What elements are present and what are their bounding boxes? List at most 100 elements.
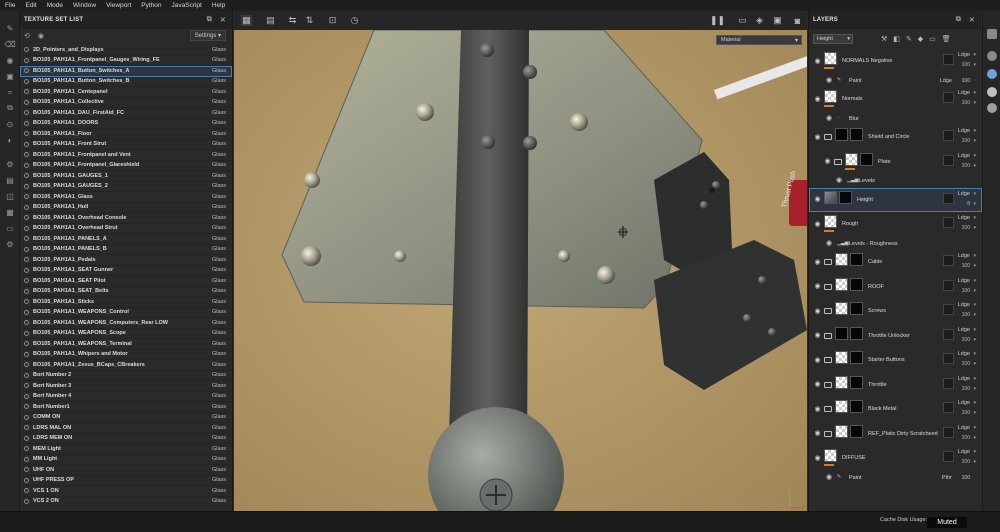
chevron-down-icon[interactable]: ▾ [973,153,976,159]
texture-set-row[interactable]: VCS 1 ON Glass [20,486,232,497]
blend-mode[interactable]: Ldge [958,449,970,455]
texture-set-row[interactable]: BO105_PAH1A1_Overhead Strut Glass [20,224,232,234]
history-icon[interactable]: ◷ [349,15,360,26]
blend-mode[interactable]: Ldge [940,78,952,84]
bake-icon[interactable]: ◐ [5,135,15,145]
mirror-x-icon[interactable]: ⇆ [287,15,298,26]
folder-icon[interactable] [824,406,832,412]
layer-thumbnail[interactable] [824,90,837,103]
texture-set-row[interactable]: BO105_PAH1A1_Pedals Glass [20,255,232,266]
link-icon[interactable]: ⟲ [24,32,30,40]
layer-row[interactable]: ◉ Black Metal Ldge ▾ 100 ▾ [809,397,982,421]
projection-icon[interactable]: ◉ [5,55,15,65]
blend-mode[interactable]: Ldge [958,215,970,221]
mask-thumbnail[interactable] [850,400,863,413]
picker-icon[interactable]: ⊙ [5,119,15,129]
effect-row[interactable]: ◉ ✎ Paint Ldge 100 [809,74,982,87]
chevron-down-icon[interactable]: ▾ [973,128,976,134]
add-folder-icon[interactable]: ▭ [929,35,936,43]
blend-mode[interactable]: Ldge [958,253,970,259]
eye-icon[interactable]: ◉ [826,473,832,481]
texture-set-row[interactable]: Bort Number 2 Glass [20,371,232,381]
layer-thumbnail[interactable] [835,128,848,141]
layer-row[interactable]: ◉ Throttle Ldge ▾ 100 ▾ [809,373,982,397]
blend-mode[interactable]: Pthr [942,475,952,481]
texture-set-row[interactable]: BO105_PAH1A1_Frontpanel_Glareshield Glass [20,161,232,171]
settings-gear-icon[interactable]: ⚙ [5,159,15,169]
chevron-down-icon[interactable]: ▾ [973,52,976,58]
texture-set-row[interactable]: BO105_PAH1A1_WEAPONS_Scope Glass [20,329,232,339]
chevron-down-icon[interactable]: ▾ [973,288,976,294]
texture-set-row[interactable]: BO105_PAH1A1_WEAPONS_Control Glass [20,308,232,318]
texture-set-row[interactable]: MM Light Glass [20,455,232,465]
blend-mode[interactable]: Ldge [958,278,970,284]
layer-opacity[interactable]: 100 [962,163,970,169]
folder-icon[interactable] [824,259,832,265]
texture-set-row[interactable]: BO105_PAH1A1_PANELS_B Glass [20,245,232,255]
layer-opacity[interactable]: 100 [962,100,970,106]
texture-set-row[interactable]: BO105_PAH1A1_GAUGES_2 Glass [20,182,232,192]
mask-thumbnail[interactable] [850,375,863,389]
add-effect-icon[interactable]: ⚒ [881,35,887,43]
layer-thumbnail[interactable] [835,424,848,438]
texture-set-row[interactable]: BO105_PAH1A1_Glass Glass [20,192,232,203]
layer-opacity[interactable]: 100 [962,386,970,392]
layer-row[interactable]: ◉ Plate Ldge ▾ 100 ▾ [809,150,982,174]
eye-icon[interactable]: ◉ [813,132,822,141]
eye-icon[interactable]: ◉ [813,453,822,462]
delete-layer-icon[interactable]: 🗑 [942,35,951,43]
texture-set-row[interactable]: LDRS MAL ON Glass [20,423,232,434]
texture-set-row[interactable]: BO105_PAH1A1_Overhead Console Glass [20,213,232,224]
layer-opacity[interactable]: 100 [962,288,970,294]
assets-icon[interactable] [987,29,997,39]
layer-opacity[interactable]: 100 [962,459,970,465]
eye-icon[interactable]: ◉ [813,355,822,364]
effect-opacity[interactable]: 100 [962,78,970,84]
menu-item[interactable]: Window [73,2,96,9]
radio-icon[interactable] [24,225,29,231]
radio-icon[interactable] [24,99,29,105]
close-icon[interactable]: ✕ [220,16,226,24]
folder-icon[interactable] [834,158,842,165]
chevron-down-icon[interactable]: ▾ [973,386,976,392]
radio-icon[interactable] [24,425,29,431]
radio-icon[interactable] [24,351,29,357]
chevron-down-icon[interactable]: ▾ [973,400,976,406]
blend-mode[interactable]: Ldge [958,191,970,197]
texture-set-row[interactable]: LDRS MEM ON Glass [20,434,232,444]
shelf-icon[interactable] [987,51,997,61]
layer-thumbnail[interactable] [835,400,848,413]
texture-set-row[interactable]: Bort Number1 Glass [20,402,232,413]
frame-icon[interactable]: ⊡ [327,15,338,26]
eye-icon[interactable]: ◉ [813,195,822,204]
properties-icon[interactable] [987,103,997,113]
eye-icon[interactable]: ◉ [813,331,822,340]
texture-set-row[interactable]: BO105_PAH1A1_SEAT Gunner Glass [20,266,232,276]
layer-row[interactable]: ◉ Rough Ldge ▾ 100 ▾ [809,212,982,236]
eye-icon[interactable]: ◉ [38,32,44,40]
chevron-down-icon[interactable]: ▾ [973,201,976,207]
blend-mode[interactable]: Ldge [958,153,970,159]
layer-opacity[interactable]: 100 [962,62,970,68]
texture-set-row[interactable]: BO105_PAH1A1_WEAPONS_Terminal Glass [20,339,232,350]
radio-icon[interactable] [24,393,29,399]
folder-icon[interactable] [824,430,832,437]
eye-icon[interactable]: ◉ [813,282,822,291]
layer-row[interactable]: ◉ Starter Buttons Ldge ▾ 100 ▾ [809,348,982,372]
radio-icon[interactable] [24,456,29,462]
layer-thumbnail[interactable] [824,215,837,228]
menu-item[interactable]: Mode [47,2,63,9]
chevron-down-icon[interactable]: ▾ [973,278,976,284]
blend-mode[interactable]: Ldge [958,90,970,96]
mirror-y-icon[interactable]: ⇅ [304,15,315,26]
grid-3x3-icon[interactable]: ▤ [265,15,276,26]
radio-icon[interactable] [24,467,29,473]
radio-icon[interactable] [24,204,29,210]
folder-icon[interactable] [824,332,832,339]
radio-icon[interactable] [24,330,29,336]
blend-mode[interactable]: Ldge [958,128,970,134]
texture-set-row[interactable]: BO105_PAH1A1_Front Strut Glass [20,140,232,150]
layer-thumbnail[interactable] [835,375,848,389]
mask-thumbnail[interactable] [860,152,873,166]
close-icon[interactable]: ✕ [969,16,975,24]
